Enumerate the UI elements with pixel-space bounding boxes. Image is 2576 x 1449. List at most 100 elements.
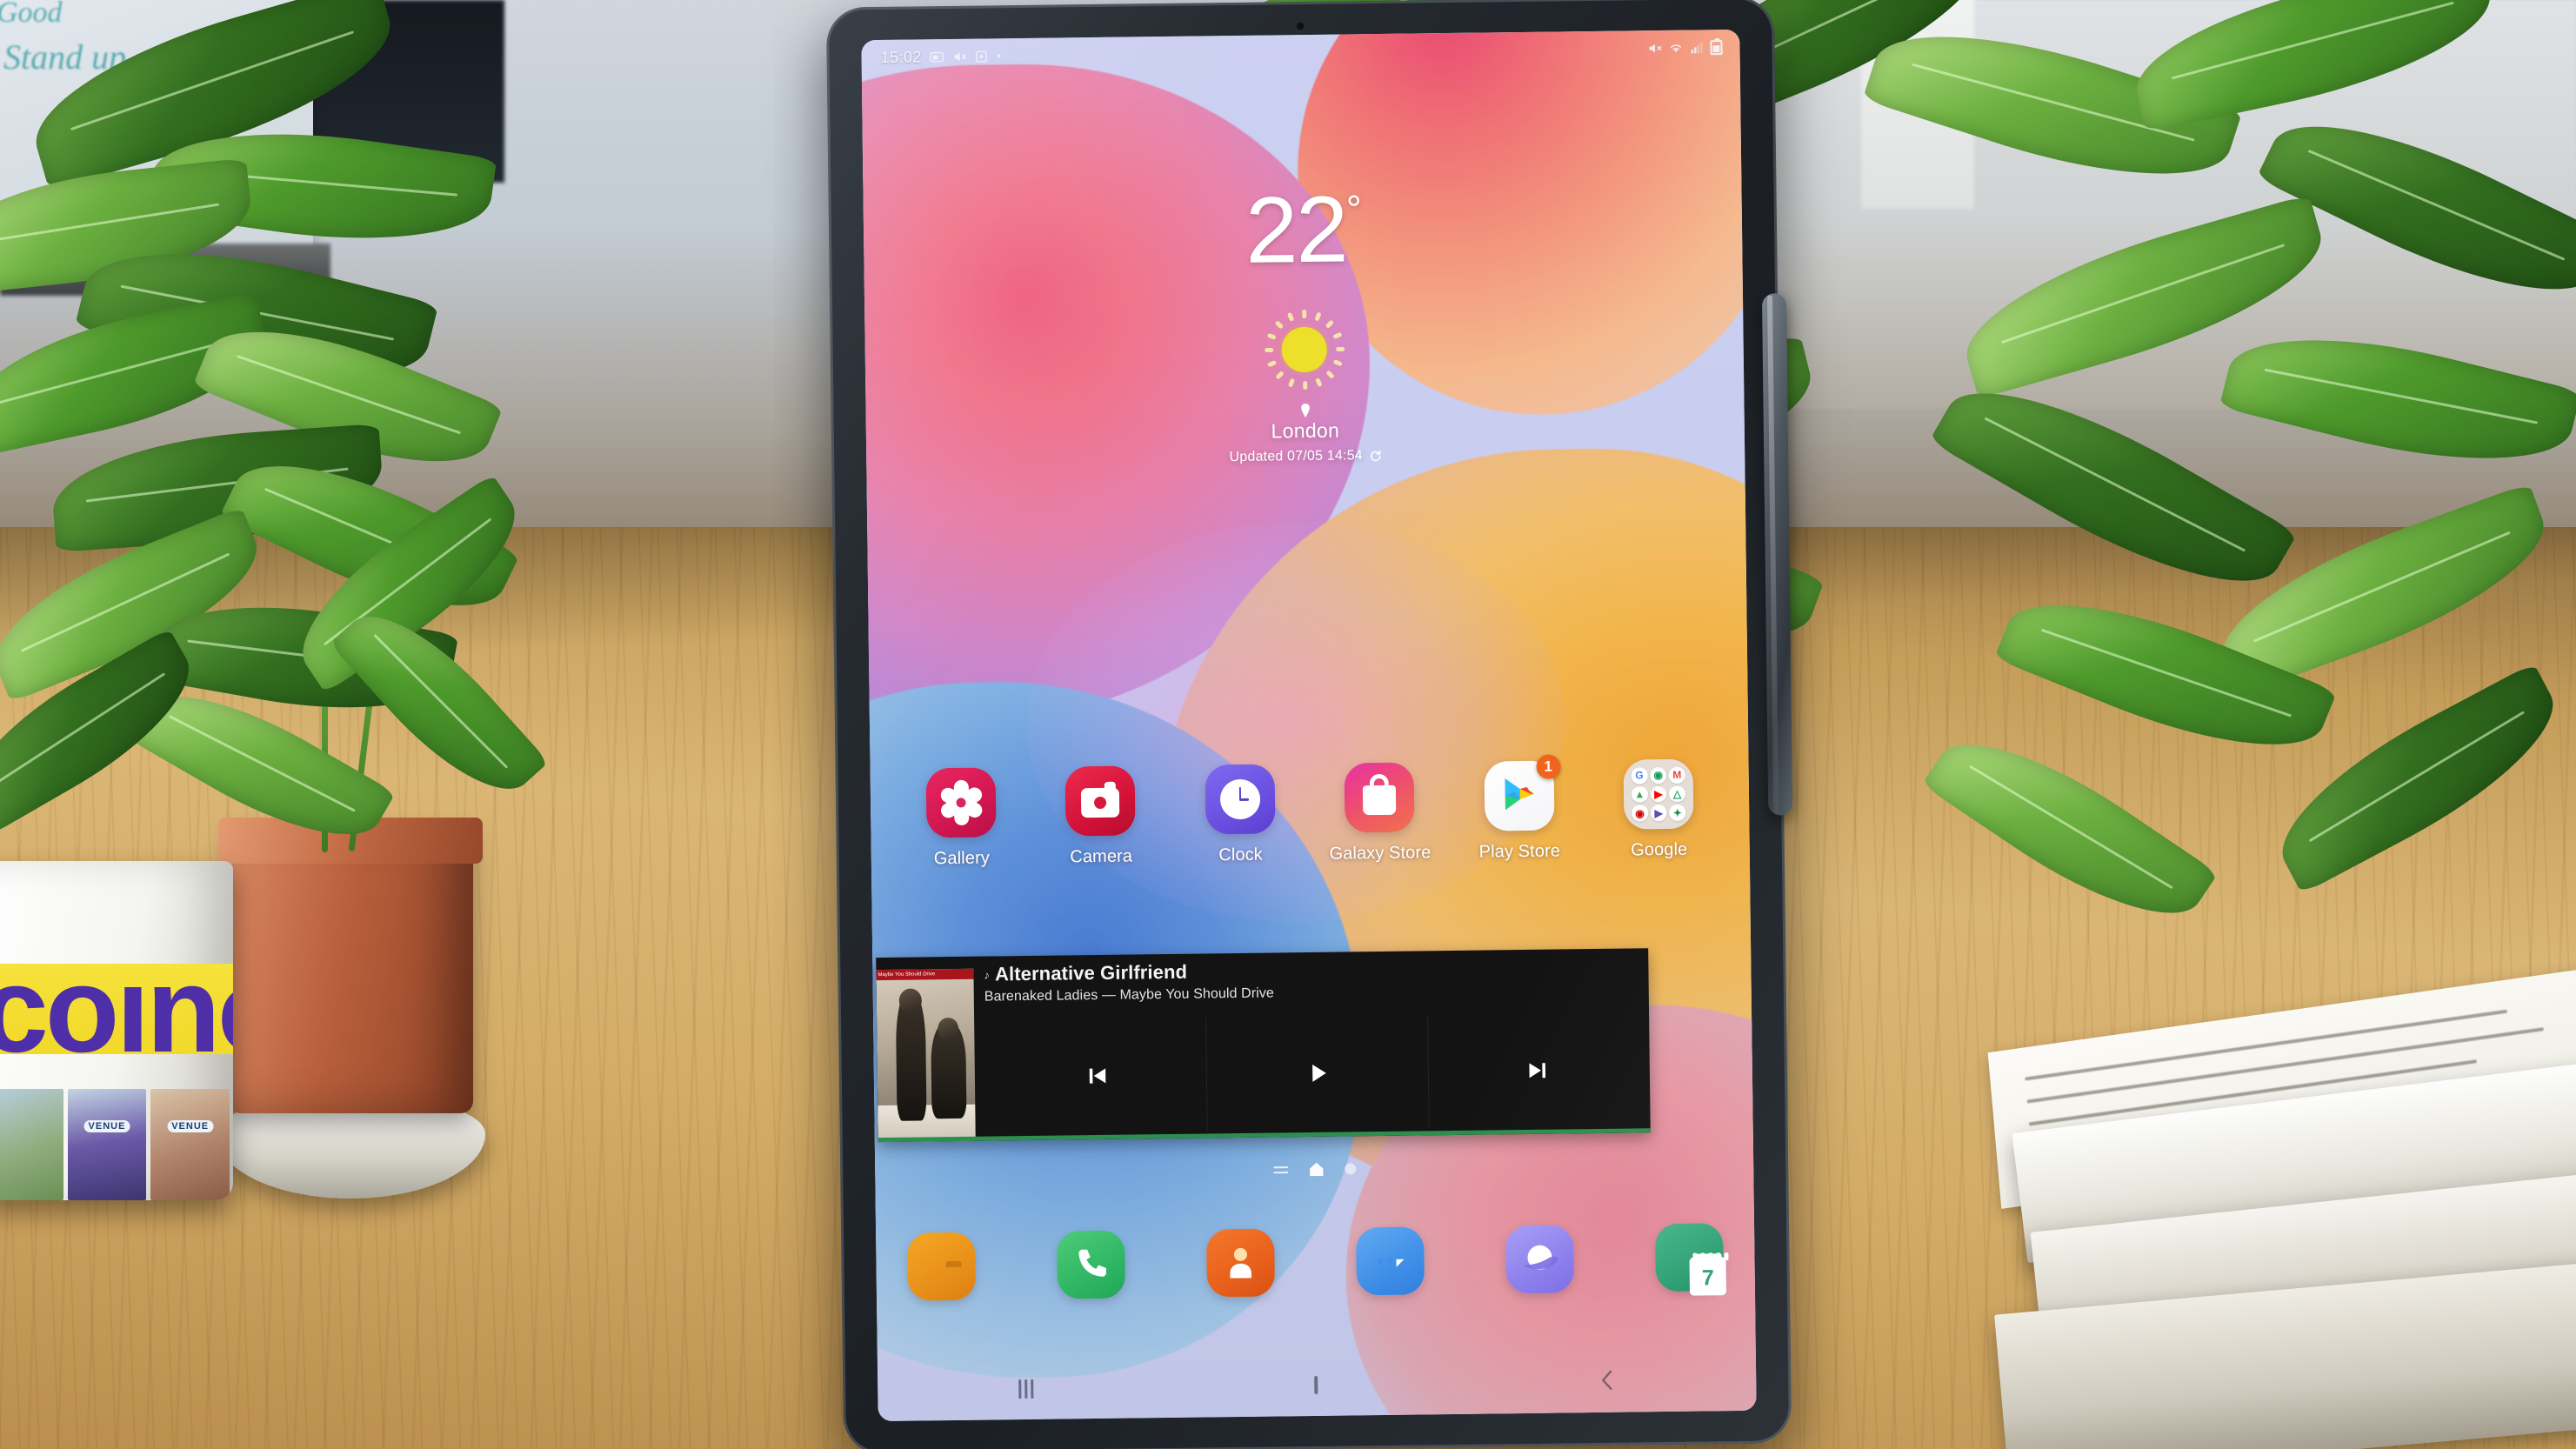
dock-contacts[interactable] bbox=[1206, 1228, 1276, 1298]
mini-app-icon: M bbox=[1668, 766, 1685, 784]
flower-glyph bbox=[938, 779, 984, 825]
app-row: Gallery Camera Clock Galaxy Store 1 Play… bbox=[900, 754, 1720, 870]
dock: 7 bbox=[907, 1223, 1729, 1301]
coffee-mug: coıno VENUE VENUE bbox=[0, 861, 233, 1200]
mini-app-icon: ✦ bbox=[1669, 805, 1686, 821]
battery-icon bbox=[1710, 39, 1723, 55]
play-button[interactable] bbox=[1206, 1015, 1430, 1132]
dock-internet[interactable] bbox=[1505, 1225, 1574, 1294]
browser-icon bbox=[1523, 1245, 1558, 1270]
recents-icon bbox=[1018, 1379, 1033, 1399]
sun-core bbox=[1281, 326, 1328, 373]
clock-icon bbox=[1205, 764, 1276, 835]
recents-button[interactable] bbox=[1018, 1379, 1033, 1399]
home-icon bbox=[1313, 1375, 1318, 1394]
music-controls bbox=[984, 1012, 1651, 1134]
play-icon bbox=[1312, 1065, 1326, 1082]
mug-photo: VENUE bbox=[67, 1089, 147, 1200]
album-art: Maybe You Should Drive bbox=[876, 968, 976, 1143]
tablet-device: 15:02 22° London Updated 07/05 14:54 Gal… bbox=[825, 0, 1793, 1449]
mug-photo-badge: VENUE bbox=[167, 1119, 214, 1132]
calendar-icon: 7 bbox=[1689, 1252, 1757, 1296]
app-label: Galaxy Store bbox=[1329, 843, 1431, 864]
status-bar-right bbox=[1647, 39, 1723, 56]
front-camera-icon bbox=[1295, 20, 1306, 32]
app-label: Play Store bbox=[1478, 841, 1561, 862]
app-camera[interactable]: Camera bbox=[1039, 765, 1162, 868]
music-player-widget[interactable]: Maybe You Should Drive ♪ Alternative Gir… bbox=[876, 948, 1651, 1143]
music-title-row: ♪ Alternative Girlfriend bbox=[984, 955, 1639, 985]
dock-phone[interactable] bbox=[1057, 1230, 1126, 1299]
app-label: Gallery bbox=[933, 848, 991, 869]
home-button[interactable] bbox=[1313, 1375, 1318, 1394]
mini-app-icon: ◉ bbox=[1632, 805, 1648, 822]
mini-app-icon: ▶ bbox=[1650, 785, 1667, 803]
clock-face bbox=[1219, 778, 1261, 820]
app-label: Camera bbox=[1070, 846, 1133, 867]
volume-mute-icon bbox=[1649, 43, 1662, 53]
tablet-screen[interactable]: 15:02 22° London Updated 07/05 14:54 Gal… bbox=[861, 29, 1757, 1422]
wifi-icon bbox=[1670, 43, 1682, 52]
gallery-icon bbox=[925, 767, 997, 838]
weather-temperature: 22 bbox=[1245, 176, 1348, 283]
next-track-button[interactable] bbox=[1428, 1012, 1651, 1128]
home-page-icon[interactable] bbox=[1309, 1162, 1324, 1177]
screenshot-icon bbox=[930, 51, 944, 62]
back-button[interactable] bbox=[1598, 1369, 1616, 1394]
sunny-icon bbox=[1262, 307, 1346, 391]
app-gallery[interactable]: Gallery bbox=[900, 767, 1023, 870]
dock-my-files[interactable] bbox=[907, 1232, 977, 1301]
degree-symbol: ° bbox=[1345, 188, 1360, 231]
mini-app-icon: ▶ bbox=[1650, 805, 1667, 822]
photo-scene: Good Stand up coın VENUE VENUE 15:02 22°… bbox=[0, 0, 2576, 1449]
notification-badge: 1 bbox=[1535, 754, 1561, 779]
mini-app-icon: ▲ bbox=[1631, 785, 1648, 803]
weather-updated-text: Updated 07/05 14:54 bbox=[1229, 448, 1363, 465]
location-pin-icon bbox=[1300, 404, 1310, 418]
feed-page-icon[interactable] bbox=[1272, 1165, 1288, 1175]
navigation-bar bbox=[878, 1353, 1757, 1418]
music-note-icon: ♪ bbox=[984, 968, 991, 982]
camera-icon bbox=[1064, 765, 1136, 837]
mug-photo: VENUE bbox=[150, 1089, 230, 1200]
camera-body bbox=[1081, 781, 1120, 818]
dock-calendar[interactable]: 7 bbox=[1655, 1223, 1729, 1296]
page-dot-icon[interactable] bbox=[1344, 1163, 1356, 1175]
music-artist-album: Barenaked Ladies — Maybe You Should Driv… bbox=[984, 985, 1275, 1005]
google-folder-icon: G ◉ M ▲ ▶ △ ◉ ▶ ✦ bbox=[1623, 758, 1694, 830]
signal-bars-icon bbox=[1691, 42, 1703, 53]
music-track-title: Alternative Girlfriend bbox=[994, 960, 1188, 985]
music-track-info: ♪ Alternative Girlfriend Barenaked Ladie… bbox=[984, 955, 1640, 1005]
status-bar-left: 15:02 bbox=[880, 47, 1001, 67]
mute-notification-icon bbox=[954, 51, 966, 61]
contacts-icon bbox=[1230, 1247, 1252, 1279]
galaxy-store-icon bbox=[1344, 762, 1415, 833]
app-clock[interactable]: Clock bbox=[1178, 764, 1301, 866]
dock-messages[interactable] bbox=[1356, 1226, 1425, 1296]
mini-app-icon: △ bbox=[1669, 785, 1686, 803]
mug-photo-badge: VENUE bbox=[83, 1119, 130, 1132]
skip-previous-icon bbox=[1089, 1068, 1106, 1084]
app-google-folder[interactable]: G ◉ M ▲ ▶ △ ◉ ▶ ✦ Google bbox=[1597, 758, 1719, 861]
weather-temperature-row: 22° bbox=[1245, 176, 1361, 282]
mug-photo bbox=[0, 1089, 63, 1200]
status-bar-clock: 15:02 bbox=[880, 47, 922, 66]
album-art-caption: Maybe You Should Drive bbox=[876, 968, 974, 981]
app-galaxy-store[interactable]: Galaxy Store bbox=[1318, 762, 1441, 865]
small-dot-icon bbox=[997, 54, 1001, 58]
refresh-icon[interactable] bbox=[1369, 449, 1382, 462]
app-play-store[interactable]: 1 Play Store bbox=[1458, 754, 1580, 863]
play-badge-icon bbox=[975, 50, 987, 62]
weather-location: London bbox=[1271, 418, 1340, 443]
app-label: Clock bbox=[1218, 845, 1263, 865]
previous-track-button[interactable] bbox=[984, 1018, 1208, 1134]
mini-app-icon: ◉ bbox=[1650, 766, 1667, 784]
weather-widget[interactable]: 22° London Updated 07/05 14:54 bbox=[863, 176, 1745, 470]
whiteboard-note-line-1: Good bbox=[0, 0, 63, 29]
plant-left-pot bbox=[217, 818, 484, 1113]
back-chevron-icon bbox=[1601, 1370, 1612, 1390]
folder-app-grid: G ◉ M ▲ ▶ △ ◉ ▶ ✦ bbox=[1631, 766, 1686, 822]
calendar-day: 7 bbox=[1689, 1257, 1727, 1296]
phone-icon bbox=[1078, 1249, 1106, 1277]
shopping-bag-glyph bbox=[1363, 774, 1397, 816]
